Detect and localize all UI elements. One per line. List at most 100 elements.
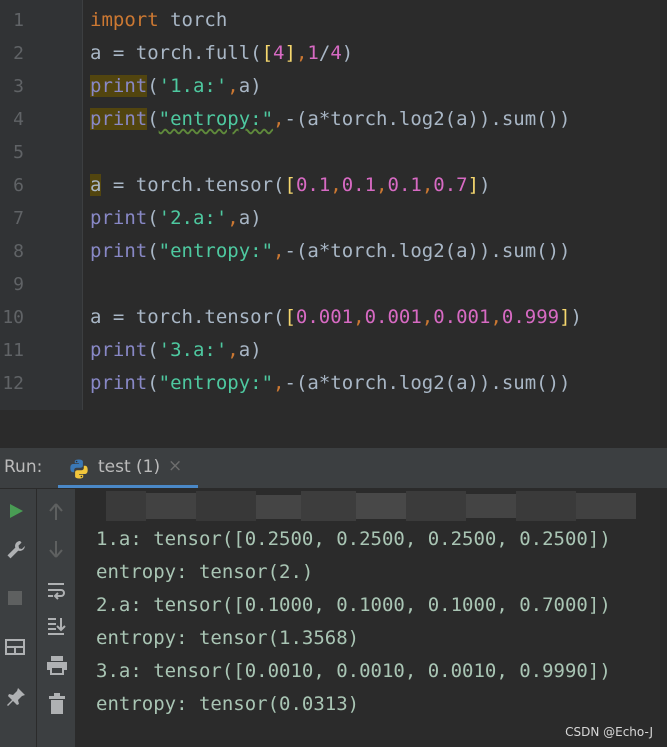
- code-token: ,: [227, 207, 239, 229]
- code-token: '3.a:': [158, 339, 228, 361]
- down-arrow-icon[interactable]: [47, 539, 65, 559]
- code-token: ,: [273, 372, 285, 394]
- pin-icon[interactable]: [5, 686, 27, 708]
- code-token: 0.1: [387, 174, 422, 196]
- code-token: ): [570, 306, 582, 328]
- code-line[interactable]: print("entropy:",-(a*torch.log2(a)).sum(…: [90, 235, 570, 268]
- up-arrow-icon[interactable]: [47, 502, 65, 522]
- code-token: a = torch.full(: [90, 42, 262, 64]
- code-token: "entropy:": [158, 108, 274, 130]
- line-number: 8: [13, 241, 24, 262]
- console-output[interactable]: 1.a: tensor([0.2500, 0.2500, 0.2500, 0.2…: [76, 489, 667, 747]
- line-number: 7: [13, 208, 24, 229]
- code-token: '2.a:': [158, 207, 228, 229]
- code-line[interactable]: print('1.a:',a): [90, 70, 262, 103]
- line-number: 3: [13, 76, 24, 97]
- code-line[interactable]: print('3.a:',a): [90, 334, 262, 367]
- code-line[interactable]: a = torch.full([4],1/4): [90, 37, 353, 70]
- code-token: print: [90, 240, 148, 262]
- close-icon[interactable]: ×: [168, 456, 182, 476]
- code-token: print: [90, 108, 148, 130]
- code-line[interactable]: print('2.a:',a): [90, 202, 262, 235]
- code-line[interactable]: print("entropy:",-(a*torch.log2(a)).sum(…: [90, 367, 570, 400]
- code-token: 0.001: [295, 306, 354, 328]
- line-number: 12: [2, 373, 24, 394]
- run-icon[interactable]: [7, 502, 25, 520]
- code-token: print: [90, 372, 148, 394]
- console-toolbar: [37, 489, 75, 747]
- code-token: ,: [273, 240, 285, 262]
- code-token: -(a*torch.log2(a)).sum()): [284, 108, 571, 130]
- run-toolbar: [0, 489, 37, 747]
- console-line: entropy: tensor(0.0313): [96, 693, 360, 715]
- code-token: 0.001: [364, 306, 422, 328]
- soft-wrap-icon[interactable]: [46, 580, 66, 600]
- line-number: 2: [13, 43, 24, 64]
- code-token: (: [147, 207, 159, 229]
- console-line: 2.a: tensor([0.1000, 0.1000, 0.1000, 0.7…: [96, 594, 611, 616]
- code-line[interactable]: a = torch.tensor([0.1,0.1,0.1,0.7]): [90, 169, 491, 202]
- run-panel-header: Run: test (1) ×: [0, 448, 667, 489]
- code-token: ]: [284, 42, 296, 64]
- code-token: print: [90, 75, 148, 97]
- code-token: ]: [467, 174, 480, 196]
- code-line[interactable]: a = torch.tensor([0.001,0.001,0.001,0.99…: [90, 301, 582, 334]
- code-token: a = torch.tensor(: [90, 306, 285, 328]
- code-token: (: [147, 240, 159, 262]
- code-token: 0.1: [341, 174, 377, 196]
- console-line: 3.a: tensor([0.0010, 0.0010, 0.0010, 0.9…: [96, 660, 611, 682]
- console-line: entropy: tensor(2.): [96, 561, 314, 583]
- code-line[interactable]: print("entropy:",-(a*torch.log2(a)).sum(…: [90, 103, 570, 136]
- code-token: 0.001: [433, 306, 491, 328]
- code-token: ,: [421, 174, 434, 196]
- trash-icon[interactable]: [48, 693, 66, 715]
- run-label: Run:: [4, 457, 43, 477]
- code-token: ,: [273, 108, 285, 130]
- code-token: [: [261, 42, 274, 64]
- console-line: entropy: tensor(1.3568): [96, 627, 360, 649]
- wrench-icon[interactable]: [5, 539, 27, 561]
- code-token: ,: [295, 42, 308, 64]
- code-token: a: [90, 174, 102, 196]
- line-number: 1: [13, 10, 24, 31]
- code-token: = torch.tensor(: [101, 174, 285, 196]
- code-token: 0.7: [433, 174, 468, 196]
- code-token: -(a*torch.log2(a)).sum()): [284, 240, 571, 262]
- code-editor[interactable]: 1 2 3 4 5 6 7 8 9 10 11 12 import torch a…: [0, 0, 667, 410]
- tab-label: test (1): [98, 457, 161, 477]
- code-token: ,: [227, 75, 239, 97]
- redacted-path-blur: [76, 489, 667, 527]
- code-token: [: [284, 306, 296, 328]
- console-line: 1.a: tensor([0.2500, 0.2500, 0.2500, 0.2…: [96, 528, 611, 550]
- line-number: 10: [2, 307, 24, 328]
- code-token: a): [238, 207, 262, 229]
- code-token: 0.1: [295, 174, 331, 196]
- stop-icon[interactable]: [7, 590, 23, 606]
- line-number-gutter: 1 2 3 4 5 6 7 8 9 10 11 12: [0, 0, 83, 410]
- run-tab[interactable]: test (1) ×: [58, 448, 198, 488]
- code-token: print: [90, 339, 148, 361]
- line-number: 4: [13, 109, 24, 130]
- code-line[interactable]: import torch: [90, 4, 227, 37]
- code-token: torch: [158, 9, 228, 31]
- code-token: "entropy:": [158, 372, 274, 394]
- code-token: ,: [376, 174, 388, 196]
- print-icon[interactable]: [46, 655, 68, 675]
- code-token: a): [238, 75, 262, 97]
- layout-icon[interactable]: [5, 639, 25, 655]
- code-token: ,: [227, 339, 239, 361]
- code-token: (: [147, 339, 159, 361]
- scroll-to-end-icon[interactable]: [46, 616, 66, 636]
- code-token: 0.999: [501, 306, 560, 328]
- code-token: 1: [307, 42, 319, 64]
- code-token: 4: [330, 42, 342, 64]
- code-token: ,: [421, 306, 434, 328]
- code-token: "entropy:": [158, 240, 274, 262]
- line-number: 9: [13, 274, 24, 295]
- code-token: import: [90, 9, 159, 31]
- code-token: ): [479, 174, 491, 196]
- code-token: print: [90, 207, 148, 229]
- watermark: CSDN @Echo-J: [565, 725, 653, 739]
- panel-splitter[interactable]: [0, 410, 667, 449]
- code-token: (: [147, 75, 159, 97]
